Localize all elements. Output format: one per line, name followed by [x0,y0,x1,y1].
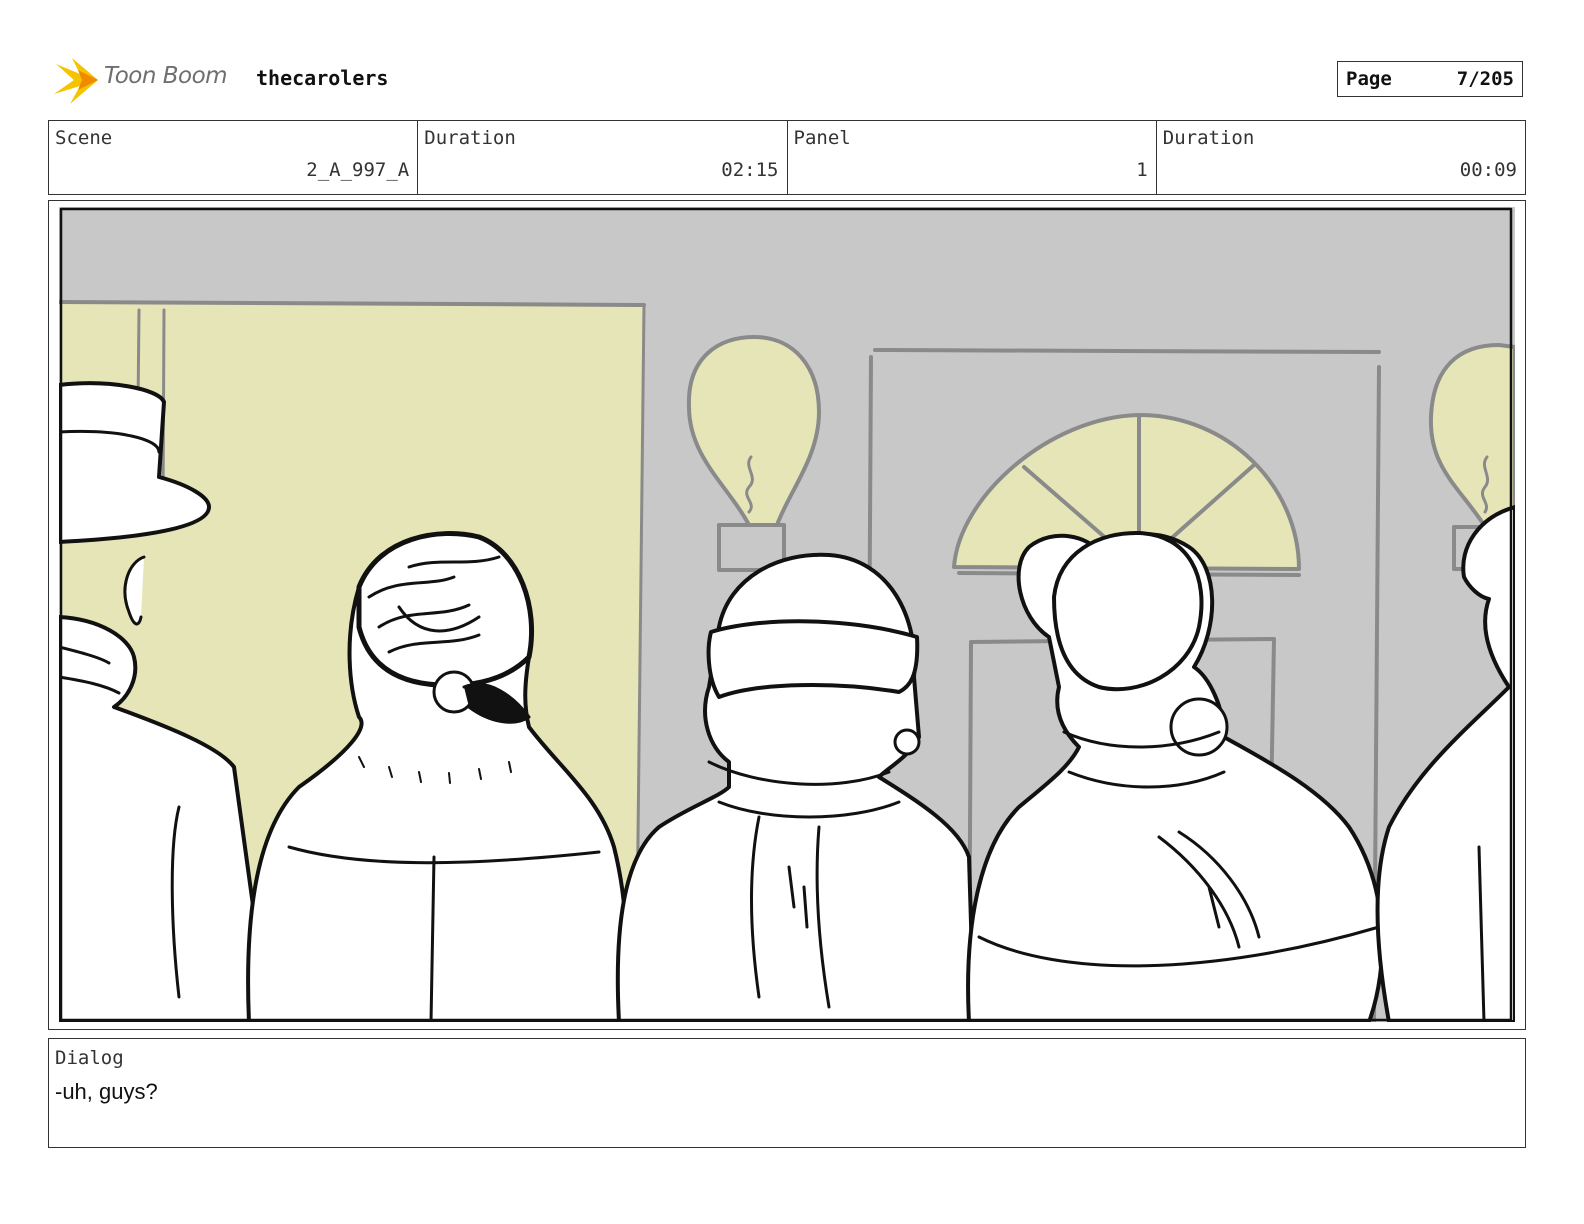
panel-drawing [59,207,1515,1022]
scene-duration-cell: Duration 02:15 [418,121,788,194]
starburst-icon [54,58,98,104]
logo-text: Toon Boom [104,63,228,89]
panel-duration-value: 00:09 [1459,159,1517,181]
panel-value: 1 [1136,159,1148,181]
panel-duration-label: Duration [1162,127,1255,149]
scene-duration-label: Duration [424,127,516,149]
dialog-label: Dialog [55,1047,124,1069]
project-title: thecarolers [256,66,389,90]
scene-cell: Scene 2_A_997_A [49,121,419,194]
scene-duration-value: 02:15 [721,159,779,181]
scene-value: 2_A_997_A [306,159,410,181]
page-value: 7/205 [1456,68,1514,90]
scene-label: Scene [55,127,113,149]
scene-info-bar: Scene 2_A_997_A Duration 02:15 Panel 1 D… [48,120,1526,195]
panel-cell: Panel 1 [788,121,1157,194]
toon-boom-logo: Toon Boom [52,54,242,106]
storyboard-panel [48,200,1526,1030]
dialog-text: -uh, guys? [55,1079,158,1104]
dialog-box: Dialog -uh, guys? [48,1038,1526,1148]
panel-label: Panel [793,127,851,149]
panel-duration-cell: Duration 00:09 [1157,121,1525,194]
page-label: Page [1346,68,1392,90]
page-indicator: Page 7/205 [1337,61,1523,97]
